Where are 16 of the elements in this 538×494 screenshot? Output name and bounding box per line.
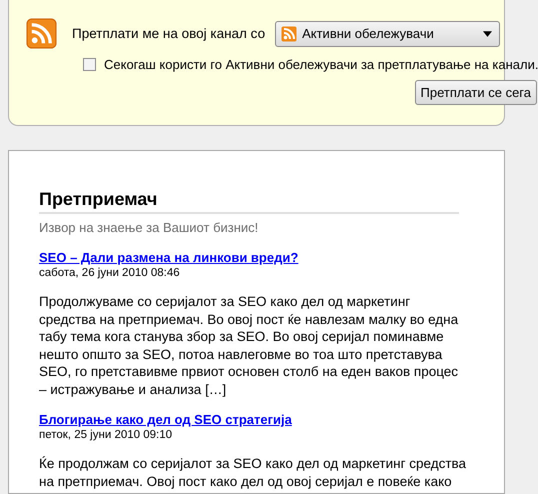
blog-subtitle: Извор на знаење за Вашиот бизнис! <box>39 220 260 235</box>
post-summary: Ќе продолжам со серијалот за SEO како дел од маркетинг средства на претприемач. Овој пост како дел од овој серијал е повеќе како <box>39 455 468 490</box>
post-title-link[interactable]: SEO – Дали размена на линкови вреди? <box>39 250 464 265</box>
subscribe-label: Претплати ме на овој канал со <box>72 26 266 41</box>
rss-feed-icon <box>281 26 298 42</box>
checkbox[interactable] <box>83 58 96 71</box>
post-date: петок, 25 јуни 2010 09:10 <box>39 429 174 441</box>
caret-icon <box>483 30 492 36</box>
post-summary: Продолжуваме со серијалот за SEO како дел од маркетинг средства на претприемач. Во овој пост ќе навлезам малку во една табу тема кога станува збор за SEO. Во овој серијал поминавме нешто општо за SEO, потоа навлеговме во тоа што претставува SEO, го претставивме првиот основен столб на еден ваков процес – истражување и анализа […] <box>39 293 460 398</box>
rss-feed-icon <box>26 18 57 49</box>
blog-title: Претприемач <box>39 189 459 214</box>
post-date: сабота, 26 јуни 2010 08:46 <box>39 267 181 279</box>
checkbox-label: Секогаш користи го Активни обележувачи за претплатување на канали. <box>104 57 538 72</box>
reader-dropdown[interactable]: Активни обележувачи <box>275 20 500 46</box>
subscribe-now-button[interactable]: Претплати се сега <box>414 80 537 105</box>
post-title-link[interactable]: Блогирање како дел од SEO стратегија <box>39 412 464 427</box>
